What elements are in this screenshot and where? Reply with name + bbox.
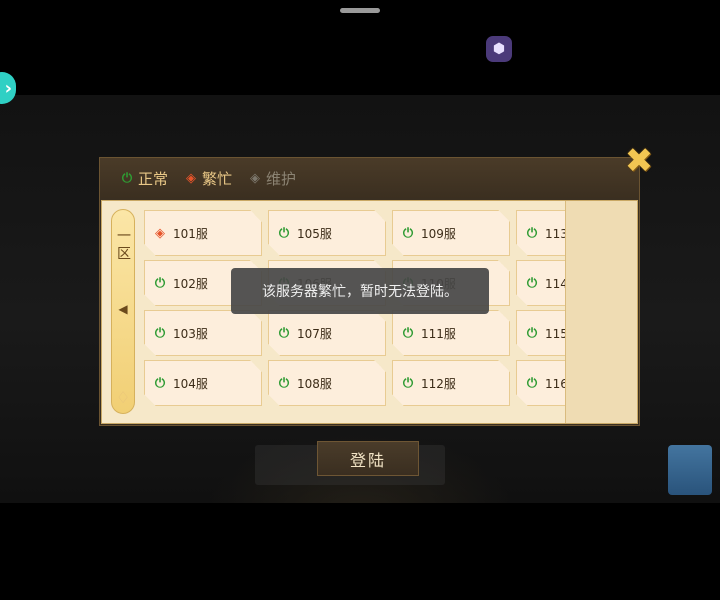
zone-label: 一区 — [115, 228, 131, 264]
server-name: 116服 — [545, 376, 565, 391]
server-name: 102服 — [173, 276, 208, 291]
server-button[interactable]: ⏻ 107服 — [268, 310, 386, 356]
arrow-down-icon: ◈ — [250, 170, 261, 186]
toast-message: 该服务器繁忙，暂时无法登陆。 — [231, 268, 489, 314]
arrow-down-icon: ⏻ — [121, 170, 133, 186]
login-button[interactable]: 登陆 — [317, 441, 419, 476]
server-name: 108服 — [297, 376, 332, 391]
server-button[interactable]: ⏻ 104服 — [144, 360, 262, 406]
server-name: 111服 — [421, 326, 456, 341]
legend-maintenance: ◈ 维护 — [248, 168, 296, 189]
arrow-down-icon: ⏻ — [154, 325, 166, 341]
arrow-down-icon: ⏻ — [278, 225, 290, 241]
server-name: 112服 — [421, 376, 456, 391]
server-button[interactable]: ⏻ 116服 — [516, 360, 565, 406]
legend-maintenance-label: 维护 — [266, 169, 297, 188]
server-name: 104服 — [173, 376, 208, 391]
arrow-down-icon: ⏻ — [526, 275, 538, 291]
diamond-icon: ◈ — [186, 170, 197, 186]
arrow-down-icon: ⏻ — [278, 325, 290, 341]
diamond-icon: ◈ — [155, 225, 165, 241]
server-name: 107服 — [297, 326, 332, 341]
legend-normal: ⏻ 正常 — [120, 168, 168, 189]
legend-normal-label: 正常 — [138, 169, 169, 188]
arrow-down-icon: ⏻ — [402, 325, 414, 341]
arrow-down-icon: ⏻ — [526, 225, 538, 241]
arrow-down-icon: ⏻ — [278, 375, 290, 391]
server-name: 103服 — [173, 326, 208, 341]
arrow-down-icon: ⏻ — [154, 275, 166, 291]
server-name: 105服 — [297, 226, 332, 241]
server-button[interactable]: ⏻ 103服 — [144, 310, 262, 356]
server-name: 109服 — [421, 226, 456, 241]
status-legend: ⏻ 正常 ◈ 繁忙 ◈ 维护 — [100, 158, 639, 198]
ornament-icon: ♢ — [115, 388, 131, 407]
server-button[interactable]: ⏻ 113服 — [516, 210, 565, 256]
server-button[interactable]: ◈ 101服 — [144, 210, 262, 256]
home-indicator — [340, 8, 380, 13]
server-button[interactable]: ⏻ 114服 — [516, 260, 565, 306]
server-button[interactable]: ⏻ 111服 — [392, 310, 510, 356]
zone-tab[interactable]: 一区 ◀ ♢ — [111, 209, 135, 414]
triangle-left-icon: ◀ — [118, 302, 128, 316]
arrow-down-icon: ⏻ — [526, 325, 538, 341]
server-button[interactable]: ⏻ 108服 — [268, 360, 386, 406]
server-button[interactable]: ⏻ 115服 — [516, 310, 565, 356]
server-button[interactable]: ⏻ 105服 — [268, 210, 386, 256]
server-name: 113服 — [545, 226, 565, 241]
close-x-icon[interactable]: ✖ — [622, 144, 656, 178]
arrow-down-icon: ⏻ — [154, 375, 166, 391]
dialog-side-area — [565, 201, 637, 423]
legend-busy: ◈ 繁忙 — [184, 168, 232, 189]
server-name: 101服 — [173, 226, 208, 241]
server-button[interactable]: ⏻ 112服 — [392, 360, 510, 406]
arrow-down-icon: ⏻ — [402, 225, 414, 241]
arrow-down-icon: ⏻ — [526, 375, 538, 391]
chevron-right-icon: › — [4, 77, 12, 99]
arrow-down-icon: ⏻ — [402, 375, 414, 391]
server-name: 115服 — [545, 326, 565, 341]
legend-busy-label: 繁忙 — [202, 169, 233, 188]
background-blue-tile — [668, 445, 712, 495]
server-name: 114服 — [545, 276, 565, 291]
floating-app-icon[interactable]: ⬢ — [486, 36, 512, 62]
server-button[interactable]: ⏻ 109服 — [392, 210, 510, 256]
